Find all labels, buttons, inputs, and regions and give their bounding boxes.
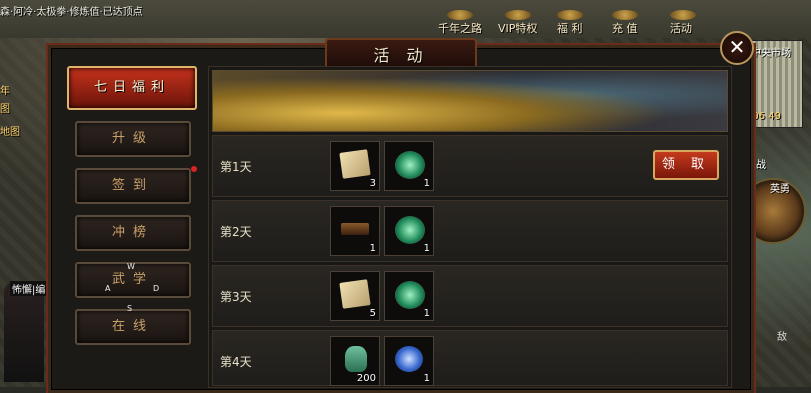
reward-item[interactable]: 1 xyxy=(384,271,434,321)
scrolling-notice: 森·阿冷·太极拳·修炼值·已达顶点 xyxy=(0,7,143,18)
top-hud: 森·阿冷·太极拳·修炼值·已达顶点 千年之路 VIP特权 福 利 充 值 活动 xyxy=(0,0,811,38)
minimap-location: 中央市场 xyxy=(751,48,791,59)
item-count: 1 xyxy=(369,243,376,254)
claim-button[interactable]: 领 取 xyxy=(653,150,719,180)
reward-row: 第3天 5 1 xyxy=(212,265,728,327)
item-count: 1 xyxy=(423,178,430,189)
dialog-title-bar: 活 动 xyxy=(51,38,751,70)
close-icon[interactable]: ✕ xyxy=(720,31,754,65)
reward-item[interactable]: 1 xyxy=(384,336,434,386)
key-hint-a: A xyxy=(105,284,111,293)
top-button-millennium-road[interactable]: 千年之路 xyxy=(438,10,482,36)
item-count: 3 xyxy=(369,178,376,189)
key-hint-s: S xyxy=(127,304,133,313)
coin-icon xyxy=(612,10,638,20)
left-hud-map-link[interactable]: 地图 xyxy=(0,123,20,138)
green-orb-icon xyxy=(395,151,425,179)
top-button-vip[interactable]: VIP特权 xyxy=(498,10,537,36)
tab-level-up[interactable]: 升级 xyxy=(75,121,191,157)
item-count: 1 xyxy=(423,243,430,254)
gift-icon xyxy=(557,10,583,20)
reward-item[interactable]: 1 xyxy=(384,206,434,256)
item-count: 1 xyxy=(423,308,430,319)
reward-item[interactable]: 1 xyxy=(330,206,380,256)
reward-row: 第4天 200 1 xyxy=(212,330,728,386)
vip-icon xyxy=(504,10,531,20)
activity-tab-list: 七日福利 升级 签到 冲榜 武学 在线 W A D S xyxy=(59,66,199,386)
green-orb-icon xyxy=(395,216,425,244)
day-label: 第1天 xyxy=(220,160,252,174)
key-hint-d: D xyxy=(153,284,160,293)
reward-item[interactable]: 3 xyxy=(330,141,380,191)
day-label: 第3天 xyxy=(220,290,252,304)
tab-sign-in[interactable]: 签到 xyxy=(75,168,191,204)
top-button-recharge[interactable]: 充 值 xyxy=(612,10,638,36)
vase-icon xyxy=(345,346,367,372)
key-hint-w: W xyxy=(127,262,135,271)
tab-seven-day-welfare[interactable]: 七日福利 xyxy=(67,66,197,110)
scroll-icon xyxy=(339,279,371,309)
reward-panel: 第1天 3 1 领 取 第2天 1 1 第3天 5 1 第4天 200 1 xyxy=(208,66,732,388)
hud-label-enemy: 敌 xyxy=(777,332,787,343)
reward-row: 第1天 3 1 领 取 xyxy=(212,135,728,197)
reward-item[interactable]: 200 xyxy=(330,336,380,386)
book-icon xyxy=(341,223,369,235)
reward-item[interactable]: 5 xyxy=(330,271,380,321)
reward-item[interactable]: 1 xyxy=(384,141,434,191)
blue-orb-icon xyxy=(395,346,423,372)
tab-ranking[interactable]: 冲榜 xyxy=(75,215,191,251)
day-label: 第4天 xyxy=(220,355,252,369)
tab-online[interactable]: 在线 xyxy=(75,309,191,345)
road-icon xyxy=(447,10,473,20)
activity-dialog: 活 动 七日福利 升级 签到 冲榜 武学 在线 W A D S 第1天 3 1 … xyxy=(48,38,754,393)
player-character xyxy=(4,282,44,382)
item-count: 5 xyxy=(369,308,376,319)
scroll-icon xyxy=(339,149,371,179)
hud-label-hero: 英勇 xyxy=(770,184,790,195)
left-hud-label-2: 图 xyxy=(0,104,10,115)
activity-banner xyxy=(212,70,728,132)
reward-row: 第2天 1 1 xyxy=(212,200,728,262)
top-button-welfare[interactable]: 福 利 xyxy=(557,10,583,36)
item-count: 1 xyxy=(423,373,430,384)
player-name: 怖懈|编 xyxy=(10,281,48,296)
green-orb-icon xyxy=(395,281,425,309)
left-hud-label-1: 年 xyxy=(0,86,10,97)
item-count: 200 xyxy=(356,373,376,384)
activity-icon xyxy=(670,10,696,20)
notification-dot xyxy=(191,166,197,172)
day-label: 第2天 xyxy=(220,225,252,239)
top-button-activity[interactable]: 活动 xyxy=(670,10,696,36)
